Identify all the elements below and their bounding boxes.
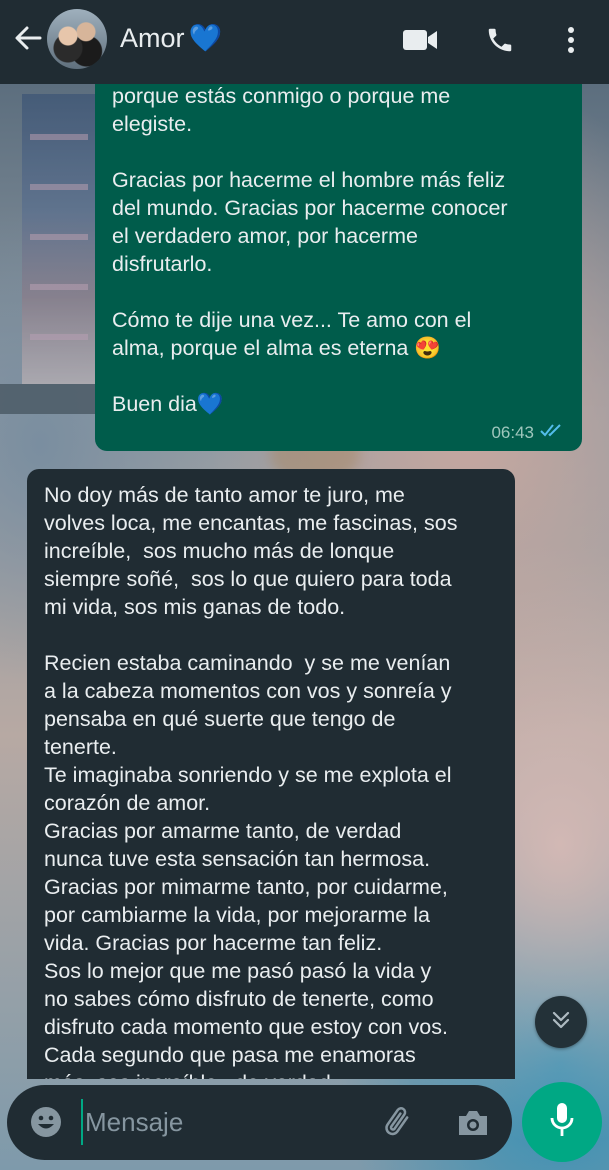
mic-button[interactable]: [522, 1082, 602, 1162]
chat-header: Amor 💙: [0, 0, 609, 84]
scroll-to-bottom-button[interactable]: [535, 996, 587, 1048]
message-meta: 06:43: [491, 422, 566, 443]
emoji-icon[interactable]: [27, 1103, 65, 1141]
more-vertical-icon[interactable]: [551, 20, 591, 60]
incoming-message-bubble[interactable]: No doy más de tanto amor te juro, me vol…: [27, 469, 515, 1079]
contact-name[interactable]: Amor 💙: [120, 22, 222, 54]
mic-icon: [549, 1101, 575, 1144]
blue-heart-emoji: 💙: [188, 23, 223, 53]
message-input[interactable]: [81, 1099, 361, 1145]
attach-icon[interactable]: [379, 1103, 419, 1143]
read-ticks-icon: [540, 422, 566, 443]
outgoing-message-text: porque estás conmigo o porque me elegist…: [112, 84, 508, 416]
outgoing-message-bubble[interactable]: porque estás conmigo o porque me elegist…: [95, 70, 582, 451]
phone-icon[interactable]: [480, 20, 520, 60]
contact-name-text: Amor: [120, 22, 185, 53]
contact-avatar[interactable]: [47, 9, 107, 69]
back-arrow-icon[interactable]: [10, 20, 46, 56]
camera-icon[interactable]: [453, 1103, 493, 1143]
video-call-icon[interactable]: [400, 20, 440, 60]
chevron-double-down-icon: [549, 1008, 573, 1037]
message-composer: [7, 1085, 512, 1160]
wallpaper-poster: [22, 94, 96, 384]
incoming-message-text: No doy más de tanto amor te juro, me vol…: [44, 483, 458, 1079]
message-time: 06:43: [491, 422, 534, 442]
